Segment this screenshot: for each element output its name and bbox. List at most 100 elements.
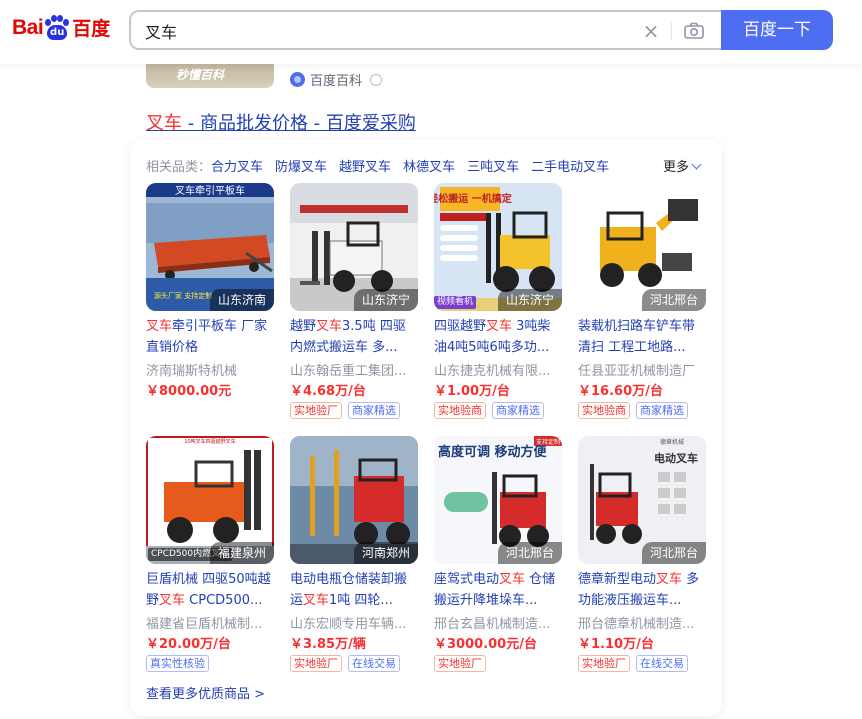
product-item[interactable]: 德章机械 电动叉车 河北邢台 德章新型电动叉车 多功能液压搬运车... 邢台德章… [578, 436, 706, 676]
overlay-text: 电动叉车 [654, 451, 698, 465]
product-image[interactable]: 轻松搬运 一机搞定 视频看机 山东济宁 [434, 183, 562, 311]
tag-row: 真实性核验 [146, 655, 215, 672]
result-title[interactable]: 叉车 - 商品批发价格 - 百度爱采购 [146, 109, 416, 135]
product-price: ￥3.85万/辆 [290, 637, 366, 652]
badge-tag: 实地验厂 [290, 655, 342, 672]
prev-result-source[interactable]: 百度百科 [290, 70, 383, 89]
product-name[interactable]: 叉车牵引平板车 厂家直销价格 [146, 316, 274, 358]
product-image[interactable]: 支持定制 高度可调 移动方便 河北邢台 [434, 436, 562, 564]
product-name[interactable]: 电动电瓶仓储装卸搬运叉车1吨 四轮... [290, 569, 418, 611]
product-image[interactable]: 德章机械 电动叉车 河北邢台 [578, 436, 706, 564]
product-name[interactable]: 装载机扫路车铲车带清扫 工程工地路... [578, 316, 706, 358]
product-name[interactable]: 德章新型电动叉车 多功能液压搬运车... [578, 569, 706, 611]
prev-image-text: 秒懂百科 [176, 68, 225, 82]
location-badge: 河北邢台 [641, 542, 706, 564]
svg-text:10吨叉车四驱越野叉车: 10吨叉车四驱越野叉车 [184, 438, 235, 445]
category-link[interactable]: 三吨叉车 [467, 156, 519, 175]
product-item[interactable]: 河北邢台 装载机扫路车铲车带清扫 工程工地路... 任县亚亚机械制造厂 ￥16.… [578, 183, 706, 423]
product-price: ￥4.68万/台 [290, 384, 366, 399]
more-categories-button[interactable]: 更多 [663, 156, 702, 175]
search-divider [671, 22, 672, 40]
chevron-down-icon [691, 159, 702, 170]
product-price: ￥20.00万/台 [146, 637, 231, 652]
category-link[interactable]: 林德叉车 [403, 156, 455, 175]
overlay-text: 轻松搬运 一机搞定 [434, 192, 512, 205]
top-bar: Bai du 百度 × 百度一下 [0, 0, 862, 64]
shop-name[interactable]: 山东宏顺专用车辆... [290, 613, 418, 632]
product-item[interactable]: 轻松搬运 一机搞定 视频看机 山东济宁 四驱越野叉车 3吨柴油4吨5吨6吨多功.… [434, 183, 562, 423]
location-badge: 山东济南 [209, 289, 274, 311]
product-item[interactable]: 河南郑州 电动电瓶仓储装卸搬运叉车1吨 四轮... 山东宏顺专用车辆... ￥3… [290, 436, 418, 676]
tag-row: 实地验厂 在线交易 [578, 655, 694, 672]
product-name[interactable]: 巨盾机械 四驱50吨越野叉车 CPCD500... [146, 569, 274, 611]
logo-text: 百度 [72, 18, 111, 40]
tag-row: 实地验商 商家精选 [578, 402, 694, 419]
shop-name[interactable]: 山东捷克机械有限... [434, 360, 562, 379]
category-link[interactable]: 二手电动叉车 [531, 156, 609, 175]
badge-tag: 实地验商 [434, 402, 486, 419]
badge-tag: 实地验厂 [290, 402, 342, 419]
search-input[interactable] [145, 20, 615, 42]
shop-name[interactable]: 任县亚亚机械制造厂 [578, 360, 706, 379]
product-item[interactable]: 叉车牵引平板车 源头厂家 支持定制 山东济南 叉车牵引平板车 厂家直销价格 济南… [146, 183, 274, 423]
search-button[interactable]: 百度一下 [721, 10, 833, 50]
baidu-logo[interactable]: Bai du 百度 [12, 14, 110, 41]
verified-icon [370, 73, 383, 86]
product-image[interactable]: 河南郑州 [290, 436, 418, 564]
paw-icon: du [44, 14, 70, 41]
tag-row: 实地验厂 [434, 655, 492, 672]
overlay-text: 高度可调 移动方便 [438, 444, 548, 460]
see-more-link[interactable]: 查看更多优质商品 > [146, 683, 265, 702]
tag-row: 实地验厂 在线交易 [290, 655, 406, 672]
video-tag[interactable]: 视频看机 [434, 296, 477, 309]
product-card: 相关品类： 合力叉车 防爆叉车 越野叉车 林德叉车 三吨叉车 二手电动叉车 更多… [130, 140, 722, 716]
product-price: ￥3000.00元/台 [434, 637, 537, 652]
shop-name[interactable]: 邢台德章机械制造... [578, 613, 706, 632]
result-title-rest: - 商品批发价格 - 百度爱采购 [182, 113, 416, 134]
category-link[interactable]: 合力叉车 [211, 156, 263, 175]
logo-bai: Bai [12, 15, 44, 39]
category-link[interactable]: 防爆叉车 [275, 156, 327, 175]
shop-name[interactable]: 福建省巨盾机械制... [146, 613, 274, 632]
baike-icon [290, 72, 305, 87]
overlay-text: 叉车牵引平板车 [175, 184, 245, 197]
location-badge: 河南郑州 [353, 542, 418, 564]
result-title-highlight: 叉车 [146, 113, 182, 134]
tag-row: 实地验商 商家精选 [434, 402, 550, 419]
camera-icon[interactable] [683, 21, 705, 41]
shop-name[interactable]: 济南瑞斯特机械 [146, 360, 274, 379]
product-item[interactable]: 10吨叉车四驱越野叉车 CPCD500内燃叉车 福建泉州 巨盾机械 四驱50吨越… [146, 436, 274, 676]
location-badge: 山东济宁 [353, 289, 418, 311]
product-image[interactable]: 河北邢台 [578, 183, 706, 311]
location-badge: 福建泉州 [209, 542, 274, 564]
product-price: ￥1.10万/台 [578, 637, 654, 652]
location-badge: 山东济宁 [497, 289, 562, 311]
product-name[interactable]: 四驱越野叉车 3吨柴油4吨5吨6吨多功... [434, 316, 562, 358]
location-badge: 河北邢台 [641, 289, 706, 311]
badge-tag: 商家精选 [348, 402, 400, 419]
product-price: ￥1.00万/台 [434, 384, 510, 399]
category-label: 相关品类： [146, 160, 212, 175]
badge-tag: 在线交易 [636, 655, 688, 672]
clear-icon[interactable]: × [641, 21, 661, 41]
shop-name[interactable]: 邢台玄昌机械制造... [434, 613, 562, 632]
product-image[interactable]: 叉车牵引平板车 源头厂家 支持定制 山东济南 [146, 183, 274, 311]
product-price: ￥16.60万/台 [578, 384, 663, 399]
badge-tag: 商家精选 [636, 402, 688, 419]
product-image[interactable]: 10吨叉车四驱越野叉车 CPCD500内燃叉车 福建泉州 [146, 436, 274, 564]
badge-tag: 真实性核验 [146, 655, 209, 672]
tag-row: 实地验厂 商家精选 [290, 402, 406, 419]
category-link[interactable]: 越野叉车 [339, 156, 391, 175]
location-badge: 河北邢台 [497, 542, 562, 564]
product-name[interactable]: 座驾式电动叉车 仓储搬运升降堆垛车... [434, 569, 562, 611]
badge-tag: 商家精选 [492, 402, 544, 419]
product-item[interactable]: 山东济宁 越野叉车3.5吨 四驱内燃式搬运车 多... 山东翰岳重工集团... … [290, 183, 418, 423]
product-name[interactable]: 越野叉车3.5吨 四驱内燃式搬运车 多... [290, 316, 418, 358]
product-image[interactable]: 山东济宁 [290, 183, 418, 311]
product-item[interactable]: 支持定制 高度可调 移动方便 河北邢台 座驾式电动叉车 仓储搬运升降堆垛车...… [434, 436, 562, 676]
shop-name[interactable]: 山东翰岳重工集团... [290, 360, 418, 379]
svg-text:德章机械: 德章机械 [660, 438, 684, 446]
badge-tag: 在线交易 [348, 655, 400, 672]
badge-tag: 实地验商 [578, 402, 630, 419]
product-price: ￥8000.00元 [146, 384, 232, 399]
